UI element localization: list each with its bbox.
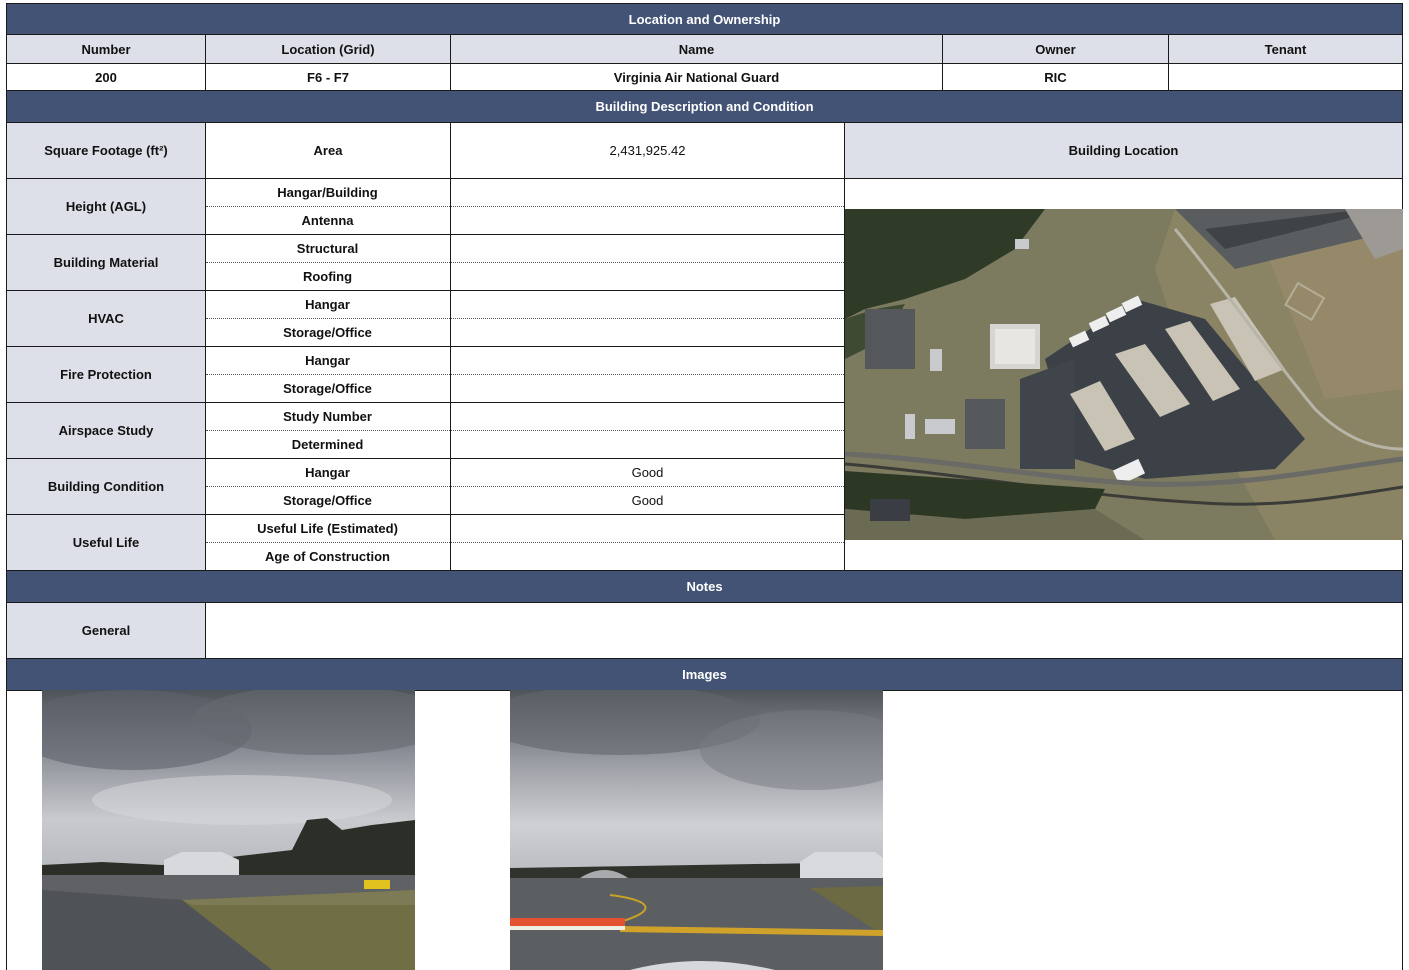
group-label: Height (AGL)	[6, 178, 206, 235]
row-name: Age of Construction	[265, 548, 390, 564]
row-name: Hangar	[305, 352, 350, 368]
site-photo-1	[42, 690, 415, 970]
value-name: Virginia Air National Guard	[450, 63, 943, 91]
row-name: Storage/Office	[283, 380, 372, 396]
aerial-location-image	[845, 209, 1403, 540]
row-name: Storage/Office	[283, 492, 372, 508]
section-header-description: Building Description and Condition	[6, 90, 1403, 123]
row-name: Study Number	[283, 408, 372, 424]
map-top-rule	[844, 178, 1403, 179]
row-value: Good	[631, 492, 664, 508]
row-value	[451, 430, 844, 458]
row-name: Roofing	[302, 268, 353, 284]
section-header-location: Location and Ownership	[6, 3, 1403, 35]
building-location-label: Building Location	[844, 122, 1403, 179]
header-number: Number	[6, 34, 206, 64]
row-value	[451, 542, 844, 570]
row-value	[451, 234, 844, 262]
row-value	[451, 514, 844, 542]
section-header-images: Images	[6, 658, 1403, 691]
row-value	[451, 178, 844, 206]
square-footage-label: Square Footage (ft²)	[6, 122, 206, 179]
value-owner: RIC	[942, 63, 1169, 91]
area-label: Area	[205, 122, 451, 179]
group-label: Airspace Study	[6, 402, 206, 459]
group-label: Building Material	[6, 234, 206, 291]
header-owner: Owner	[942, 34, 1169, 64]
row-name: Hangar	[305, 296, 350, 312]
header-name: Name	[450, 34, 943, 64]
row-value	[451, 346, 844, 374]
row-name: Hangar/Building	[277, 184, 378, 200]
value-tenant	[1168, 63, 1403, 91]
row-name: Determined	[291, 436, 364, 452]
header-location-grid: Location (Grid)	[205, 34, 451, 64]
row-value	[451, 262, 844, 290]
header-tenant: Tenant	[1168, 34, 1403, 64]
area-value: 2,431,925.42	[450, 122, 845, 179]
section-header-notes: Notes	[6, 570, 1403, 603]
general-notes-value	[205, 602, 1403, 659]
row-name: Structural	[296, 240, 359, 256]
row-value	[451, 318, 844, 346]
row-name: Storage/Office	[283, 324, 372, 340]
row-name: Antenna	[301, 212, 354, 228]
row-value: Good	[631, 464, 664, 480]
group-label: HVAC	[6, 290, 206, 347]
row-name: Useful Life (Estimated)	[257, 520, 398, 536]
row-name: Hangar	[305, 464, 350, 480]
row-value	[451, 402, 844, 430]
row-value	[451, 290, 844, 318]
value-location-grid: F6 - F7	[205, 63, 451, 91]
value-number: 200	[6, 63, 206, 91]
site-photo-2	[510, 690, 883, 970]
group-label: Useful Life	[6, 514, 206, 571]
group-label: Building Condition	[6, 458, 206, 515]
group-label: Fire Protection	[6, 346, 206, 403]
row-value	[451, 206, 844, 234]
general-label: General	[6, 602, 206, 659]
row-value	[451, 374, 844, 402]
